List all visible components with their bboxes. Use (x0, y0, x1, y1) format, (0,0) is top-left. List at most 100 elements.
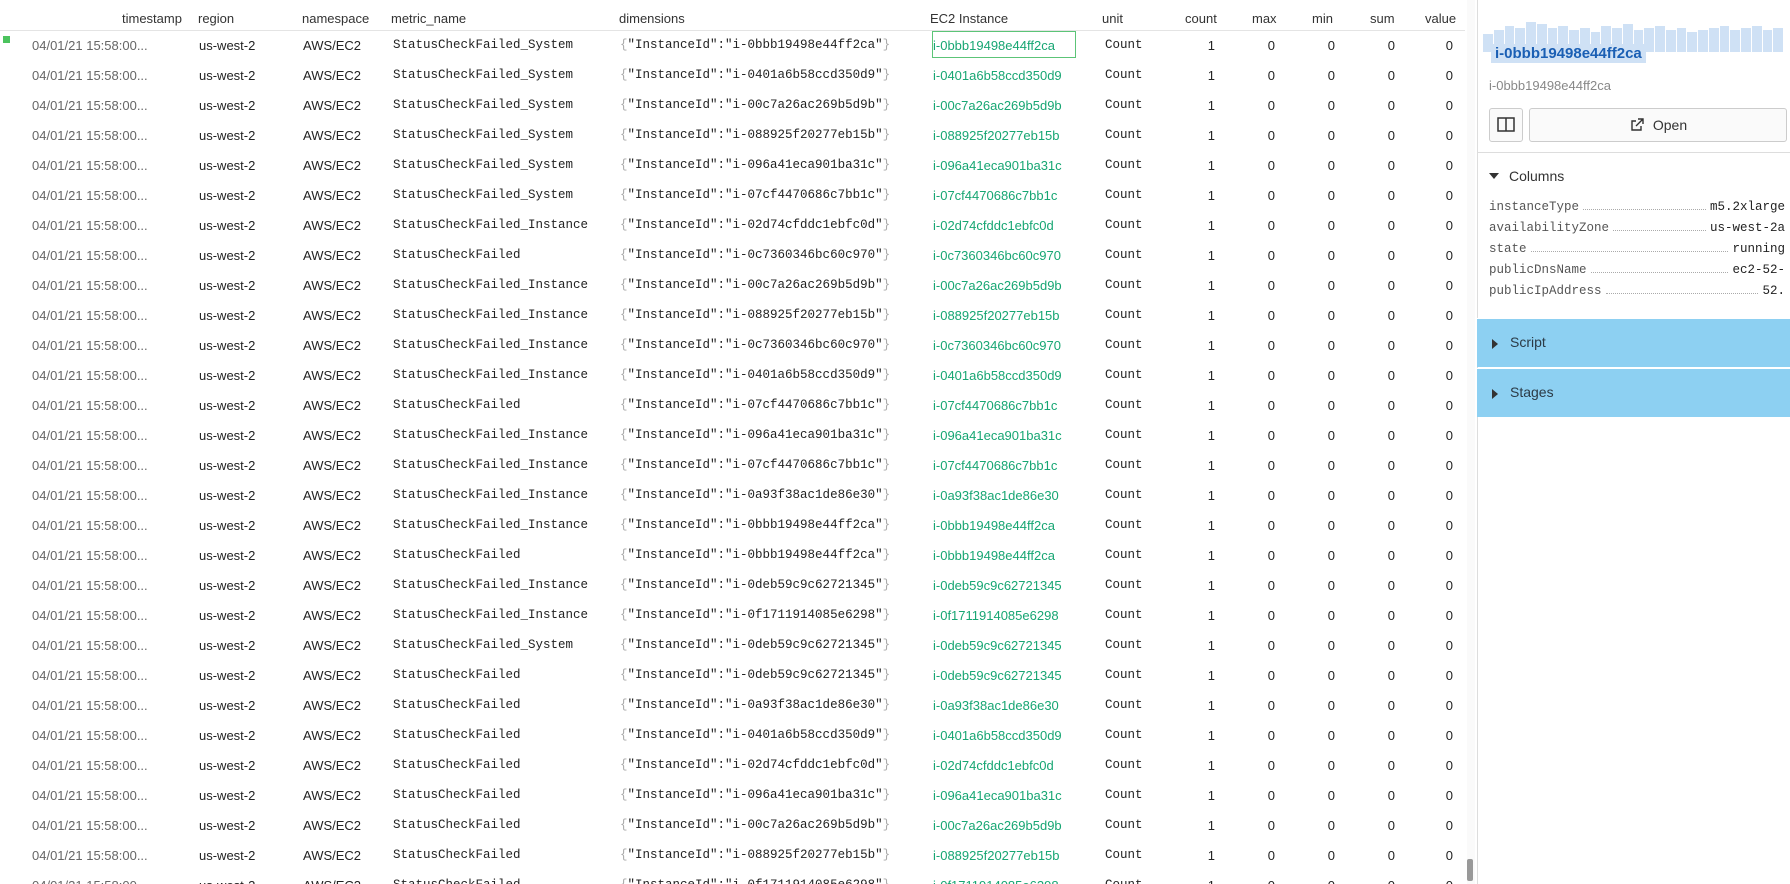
ec2-instance-link[interactable]: i-088925f20277eb15b (933, 308, 1060, 323)
col-header-unit[interactable]: unit (1102, 11, 1123, 26)
ec2-instance-link[interactable]: i-088925f20277eb15b (933, 128, 1060, 143)
table-row[interactable]: 04/01/21 15:58:00... us-west-2 AWS/EC2 Stat… (0, 210, 1465, 240)
cell-max: 0 (1267, 848, 1275, 863)
col-header-count[interactable]: count (1185, 11, 1217, 26)
ec2-instance-link[interactable]: i-0401a6b58ccd350d9 (933, 68, 1062, 83)
table-row[interactable]: 04/01/21 15:58:00... us-west-2 AWS/EC2 Stat… (0, 390, 1465, 420)
table-row[interactable]: 04/01/21 15:58:00... us-west-2 AWS/EC2 Stat… (0, 690, 1465, 720)
ec2-instance-link[interactable]: i-096a41eca901ba31c (933, 158, 1062, 173)
ec2-instance-link[interactable]: i-00c7a26ac269b5d9b (933, 818, 1062, 833)
col-header-region[interactable]: region (198, 11, 234, 26)
ec2-instance-link[interactable]: i-0c7360346bc60c970 (933, 338, 1061, 353)
table-row[interactable]: 04/01/21 15:58:00... us-west-2 AWS/EC2 Stat… (0, 180, 1465, 210)
table-row[interactable]: 04/01/21 15:58:00... us-west-2 AWS/EC2 Stat… (0, 570, 1465, 600)
cell-sum: 0 (1387, 368, 1395, 383)
table-row[interactable]: 04/01/21 15:58:00... us-west-2 AWS/EC2 Stat… (0, 630, 1465, 660)
cell-timestamp: 04/01/21 15:58:00... (32, 68, 148, 83)
table-row[interactable]: 04/01/21 15:58:00... us-west-2 AWS/EC2 Stat… (0, 420, 1465, 450)
col-header-min[interactable]: min (1312, 11, 1333, 26)
ec2-instance-link[interactable]: i-0a93f38ac1de86e30 (933, 488, 1059, 503)
table-row[interactable]: 04/01/21 15:58:00... us-west-2 AWS/EC2 Stat… (0, 870, 1465, 884)
table-row[interactable]: 04/01/21 15:58:00... us-west-2 AWS/EC2 Stat… (0, 750, 1465, 780)
cell-region: us-west-2 (199, 158, 256, 173)
ec2-instance-link[interactable]: i-0f1711914085e6298 (933, 608, 1059, 623)
cell-unit: Count (1105, 638, 1143, 652)
ec2-instance-link[interactable]: i-02d74cfddc1ebfc0d (933, 758, 1054, 773)
ec2-instance-link[interactable]: i-00c7a26ac269b5d9b (933, 278, 1062, 293)
open-button[interactable]: Open (1529, 108, 1787, 142)
cell-timestamp: 04/01/21 15:58:00... (32, 278, 148, 293)
table-row[interactable]: 04/01/21 15:58:00... us-west-2 AWS/EC2 Stat… (0, 360, 1465, 390)
cell-region: us-west-2 (199, 128, 256, 143)
cell-metric-name: StatusCheckFailed (393, 788, 521, 802)
ec2-instance-link[interactable]: i-0401a6b58ccd350d9 (933, 728, 1062, 743)
ec2-instance-link[interactable]: i-0bbb19498e44ff2ca (933, 548, 1055, 563)
table-scrollbar[interactable] (1467, 0, 1475, 884)
ec2-instance-link[interactable]: i-0bbb19498e44ff2ca (932, 31, 1076, 58)
col-header-metric-name[interactable]: metric_name (391, 11, 466, 26)
ec2-instance-link[interactable]: i-00c7a26ac269b5d9b (933, 98, 1062, 113)
cell-metric-name: StatusCheckFailed_System (393, 158, 574, 172)
ec2-instance-link[interactable]: i-0bbb19498e44ff2ca (933, 518, 1055, 533)
cell-namespace: AWS/EC2 (303, 848, 362, 863)
table-row[interactable]: 04/01/21 15:58:00... us-west-2 AWS/EC2 Stat… (0, 30, 1465, 60)
cell-timestamp: 04/01/21 15:58:00... (32, 698, 148, 713)
table-row[interactable]: 04/01/21 15:58:00... us-west-2 AWS/EC2 Stat… (0, 450, 1465, 480)
ec2-instance-link[interactable]: i-0f1711914085e6298 (933, 878, 1059, 884)
ec2-instance-link[interactable]: i-088925f20277eb15b (933, 848, 1060, 863)
columns-section-header[interactable]: Columns (1509, 168, 1564, 184)
table-row[interactable]: 04/01/21 15:58:00... us-west-2 AWS/EC2 Stat… (0, 300, 1465, 330)
cell-sum: 0 (1387, 188, 1395, 203)
ec2-instance-link[interactable]: i-07cf4470686c7bb1c (933, 458, 1057, 473)
ec2-instance-link[interactable]: i-0401a6b58ccd350d9 (933, 368, 1062, 383)
table-row[interactable]: 04/01/21 15:58:00... us-west-2 AWS/EC2 Stat… (0, 330, 1465, 360)
ec2-instance-link[interactable]: i-0deb59c9c62721345 (933, 578, 1062, 593)
table-row[interactable]: 04/01/21 15:58:00... us-west-2 AWS/EC2 Stat… (0, 270, 1465, 300)
cell-unit: Count (1105, 278, 1143, 292)
stages-section[interactable]: Stages (1477, 368, 1790, 417)
ec2-instance-link[interactable]: i-0a93f38ac1de86e30 (933, 698, 1059, 713)
cell-sum: 0 (1387, 488, 1395, 503)
ec2-instance-link[interactable]: i-0deb59c9c62721345 (933, 638, 1062, 653)
cell-value: 0 (1445, 578, 1453, 593)
col-header-sum[interactable]: sum (1370, 11, 1395, 26)
column-key: publicIpAddress (1489, 284, 1602, 298)
table-row[interactable]: 04/01/21 15:58:00... us-west-2 AWS/EC2 Stat… (0, 840, 1465, 870)
table-row[interactable]: 04/01/21 15:58:00... us-west-2 AWS/EC2 Stat… (0, 60, 1465, 90)
ec2-instance-link[interactable]: i-0c7360346bc60c970 (933, 248, 1061, 263)
cell-unit: Count (1105, 668, 1143, 682)
col-header-max[interactable]: max (1252, 11, 1277, 26)
table-row[interactable]: 04/01/21 15:58:00... us-west-2 AWS/EC2 Stat… (0, 150, 1465, 180)
cell-unit: Count (1105, 308, 1143, 322)
cell-min: 0 (1327, 248, 1335, 263)
table-row[interactable]: 04/01/21 15:58:00... us-west-2 AWS/EC2 Stat… (0, 810, 1465, 840)
script-section[interactable]: Script (1477, 318, 1790, 367)
col-header-dimensions[interactable]: dimensions (619, 11, 685, 26)
table-row[interactable]: 04/01/21 15:58:00... us-west-2 AWS/EC2 Stat… (0, 660, 1465, 690)
col-header-ec2-instance[interactable]: EC2 Instance (930, 11, 1008, 26)
table-scrollbar-thumb[interactable] (1467, 859, 1473, 881)
table-row[interactable]: 04/01/21 15:58:00... us-west-2 AWS/EC2 Stat… (0, 720, 1465, 750)
table-row[interactable]: 04/01/21 15:58:00... us-west-2 AWS/EC2 Stat… (0, 510, 1465, 540)
table-row[interactable]: 04/01/21 15:58:00... us-west-2 AWS/EC2 Stat… (0, 120, 1465, 150)
table-row[interactable]: 04/01/21 15:58:00... us-west-2 AWS/EC2 Stat… (0, 480, 1465, 510)
ec2-instance-link[interactable]: i-07cf4470686c7bb1c (933, 398, 1057, 413)
ec2-instance-link[interactable]: i-07cf4470686c7bb1c (933, 188, 1057, 203)
col-header-namespace[interactable]: namespace (302, 11, 369, 26)
table-row[interactable]: 04/01/21 15:58:00... us-west-2 AWS/EC2 Stat… (0, 540, 1465, 570)
col-header-value[interactable]: value (1425, 11, 1456, 26)
table-row[interactable]: 04/01/21 15:58:00... us-west-2 AWS/EC2 Stat… (0, 600, 1465, 630)
ec2-instance-link[interactable]: i-096a41eca901ba31c (933, 428, 1062, 443)
cell-value: 0 (1445, 98, 1453, 113)
table-row[interactable]: 04/01/21 15:58:00... us-west-2 AWS/EC2 Stat… (0, 780, 1465, 810)
table-row[interactable]: 04/01/21 15:58:00... us-west-2 AWS/EC2 Stat… (0, 90, 1465, 120)
col-header-timestamp[interactable]: timestamp (122, 11, 182, 26)
cell-value: 0 (1445, 368, 1453, 383)
cell-dimensions: {"InstanceId":"i-0deb59c9c62721345"} (620, 578, 891, 592)
ec2-instance-link[interactable]: i-0deb59c9c62721345 (933, 668, 1062, 683)
chevron-down-icon[interactable] (1489, 173, 1499, 179)
table-row[interactable]: 04/01/21 15:58:00... us-west-2 AWS/EC2 Stat… (0, 240, 1465, 270)
ec2-instance-link[interactable]: i-02d74cfddc1ebfc0d (933, 218, 1054, 233)
ec2-instance-link[interactable]: i-096a41eca901ba31c (933, 788, 1062, 803)
split-view-button[interactable] (1489, 108, 1523, 142)
